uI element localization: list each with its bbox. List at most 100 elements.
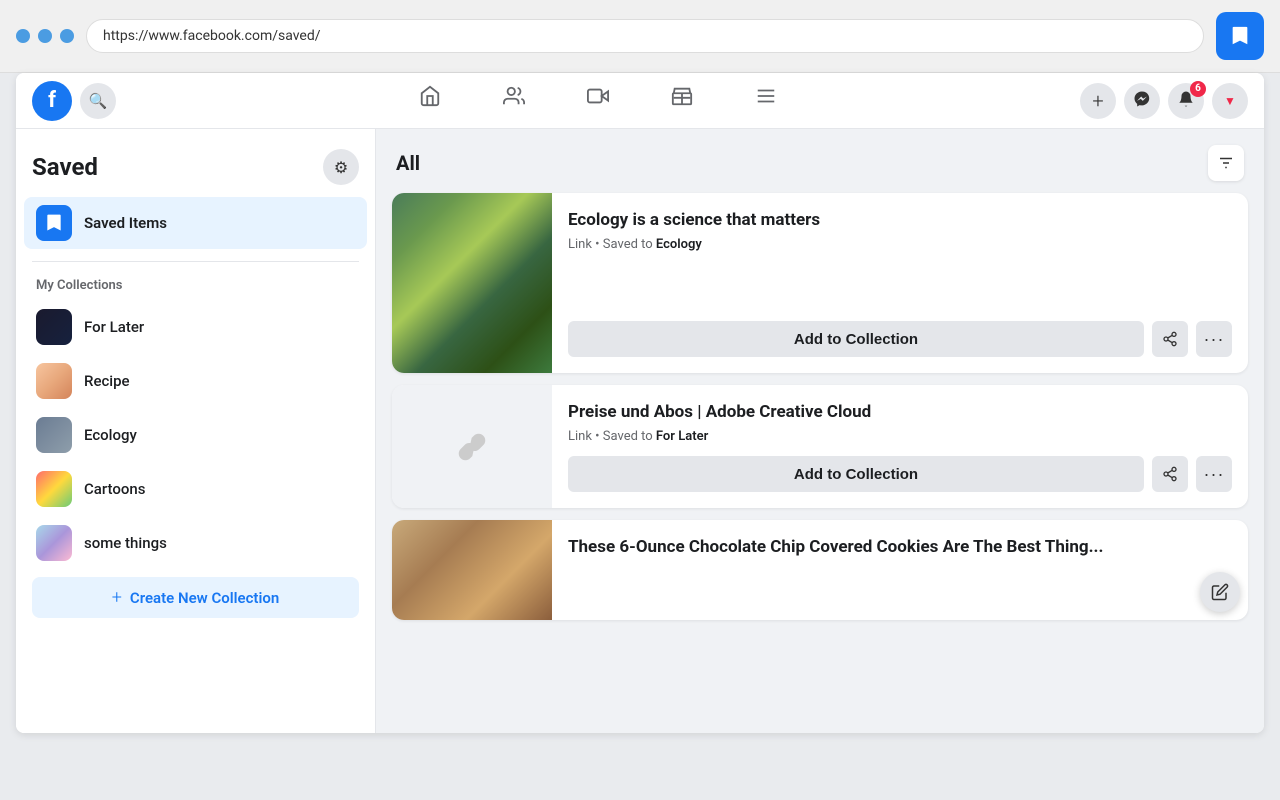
card-title-ecology: Ecology is a science that matters <box>568 209 1232 231</box>
share-icon-adobe <box>1162 466 1178 482</box>
nav-center <box>124 77 1072 125</box>
collection-label-ecology: Ecology <box>84 426 137 444</box>
more-icon-ecology: ··· <box>1204 330 1225 348</box>
card-body-ecology: Ecology is a science that matters Link •… <box>552 193 1248 373</box>
edit-button[interactable] <box>1200 572 1240 612</box>
more-button-ecology[interactable]: ··· <box>1196 321 1232 357</box>
share-button-adobe[interactable] <box>1152 456 1188 492</box>
saved-card-adobe: Preise und Abos | Adobe Creative Cloud L… <box>392 385 1248 508</box>
sidebar-item-recipe[interactable]: Recipe <box>24 355 367 407</box>
content-header: All <box>392 145 1248 181</box>
saved-content: All Ecology is a science that ma <box>376 129 1264 733</box>
collection-label-recipe: Recipe <box>84 372 130 390</box>
browser-chrome: https://www.facebook.com/saved/ <box>0 0 1280 73</box>
saved-items-icon <box>36 205 72 241</box>
add-to-collection-button-ecology[interactable]: Add to Collection <box>568 321 1144 357</box>
sidebar-title: Saved <box>32 153 98 181</box>
card-actions-adobe: Add to Collection ··· <box>568 456 1232 492</box>
add-to-collection-button-adobe[interactable]: Add to Collection <box>568 456 1144 492</box>
link-icon <box>456 431 488 463</box>
collection-label-for-later: For Later <box>84 318 144 336</box>
account-dropdown[interactable]: ▼ <box>1212 83 1248 119</box>
card-meta-adobe: Link • Saved to For Later <box>568 429 1232 444</box>
watch-icon <box>587 85 609 113</box>
share-button-ecology[interactable] <box>1152 321 1188 357</box>
browser-dot-1 <box>16 29 30 43</box>
messenger-button[interactable] <box>1124 83 1160 119</box>
nav-menu[interactable] <box>726 77 806 125</box>
nav-home[interactable] <box>390 77 470 125</box>
share-icon-ecology <box>1162 331 1178 347</box>
bookmark-button[interactable] <box>1216 12 1264 60</box>
main-content: Saved ⚙ Saved Items My Collections <box>16 129 1264 733</box>
collection-label-cartoons: Cartoons <box>84 480 145 498</box>
bookmark-sidebar-icon <box>44 213 64 233</box>
card-meta-ecology: Link • Saved to Ecology <box>568 237 1232 252</box>
create-collection-button[interactable]: + Create New Collection <box>32 577 359 618</box>
filter-button[interactable] <box>1208 145 1244 181</box>
card-inner-cookies: These 6-Ounce Chocolate Chip Covered Coo… <box>392 520 1248 620</box>
sidebar-divider <box>32 261 359 262</box>
my-collections-title: My Collections <box>24 274 367 301</box>
collection-thumb-recipe <box>36 363 72 399</box>
settings-button[interactable]: ⚙ <box>323 149 359 185</box>
sidebar-item-ecology[interactable]: Ecology <box>24 409 367 461</box>
sidebar-item-saved[interactable]: Saved Items <box>24 197 367 249</box>
browser-dot-3 <box>60 29 74 43</box>
card-actions-ecology: Add to Collection ··· <box>568 321 1232 357</box>
browser-dots <box>16 29 74 43</box>
friends-icon <box>503 85 525 113</box>
home-icon <box>419 85 441 113</box>
menu-icon <box>755 85 777 113</box>
saved-card-ecology: Ecology is a science that matters Link •… <box>392 193 1248 373</box>
edit-icon <box>1211 583 1229 601</box>
saved-card-cookies: These 6-Ounce Chocolate Chip Covered Coo… <box>392 520 1248 620</box>
search-icon: 🔍 <box>89 92 108 110</box>
card-thumbnail-ecology <box>392 193 552 373</box>
sidebar-item-some-things[interactable]: some things <box>24 517 367 569</box>
content-title: All <box>396 151 420 175</box>
notification-badge: 6 <box>1190 81 1206 97</box>
address-bar[interactable]: https://www.facebook.com/saved/ <box>86 19 1204 53</box>
filter-icon <box>1217 154 1235 172</box>
card-inner-adobe: Preise und Abos | Adobe Creative Cloud L… <box>392 385 1248 508</box>
search-button[interactable]: 🔍 <box>80 83 116 119</box>
nav-watch[interactable] <box>558 77 638 125</box>
collection-thumb-cartoons <box>36 471 72 507</box>
facebook-logo: f <box>32 81 72 121</box>
chevron-down-icon: ▼ <box>1224 94 1236 108</box>
nav-marketplace[interactable] <box>642 77 722 125</box>
collection-thumb-ecology <box>36 417 72 453</box>
sidebar-item-for-later[interactable]: For Later <box>24 301 367 353</box>
facebook-app: f 🔍 <box>16 73 1264 733</box>
notifications-button[interactable]: 6 <box>1168 83 1204 119</box>
card-body-cookies: These 6-Ounce Chocolate Chip Covered Coo… <box>552 520 1248 620</box>
more-icon-adobe: ··· <box>1204 465 1225 483</box>
saved-items-label: Saved Items <box>84 214 167 232</box>
messenger-icon <box>1133 90 1151 112</box>
marketplace-icon <box>671 85 693 113</box>
card-thumbnail-cookies <box>392 520 552 620</box>
sidebar: Saved ⚙ Saved Items My Collections <box>16 129 376 733</box>
add-icon: + <box>1092 89 1103 113</box>
bookmark-icon <box>1229 25 1251 47</box>
collection-label-some-things: some things <box>84 534 167 552</box>
top-nav: f 🔍 <box>16 73 1264 129</box>
nav-right: + 6 ▼ <box>1080 83 1248 119</box>
sidebar-header: Saved ⚙ <box>24 145 367 197</box>
card-inner-ecology: Ecology is a science that matters Link •… <box>392 193 1248 373</box>
card-title-adobe: Preise und Abos | Adobe Creative Cloud <box>568 401 1232 423</box>
collection-thumb-some-things <box>36 525 72 561</box>
more-button-adobe[interactable]: ··· <box>1196 456 1232 492</box>
add-button[interactable]: + <box>1080 83 1116 119</box>
sidebar-item-cartoons[interactable]: Cartoons <box>24 463 367 515</box>
plus-icon: + <box>112 587 122 608</box>
nav-friends[interactable] <box>474 77 554 125</box>
gear-icon: ⚙ <box>334 158 348 177</box>
card-title-cookies: These 6-Ounce Chocolate Chip Covered Coo… <box>568 536 1232 558</box>
card-no-thumb-adobe <box>392 385 552 508</box>
create-collection-label: Create New Collection <box>130 589 279 607</box>
browser-dot-2 <box>38 29 52 43</box>
collection-thumb-for-later <box>36 309 72 345</box>
card-body-adobe: Preise und Abos | Adobe Creative Cloud L… <box>552 385 1248 508</box>
